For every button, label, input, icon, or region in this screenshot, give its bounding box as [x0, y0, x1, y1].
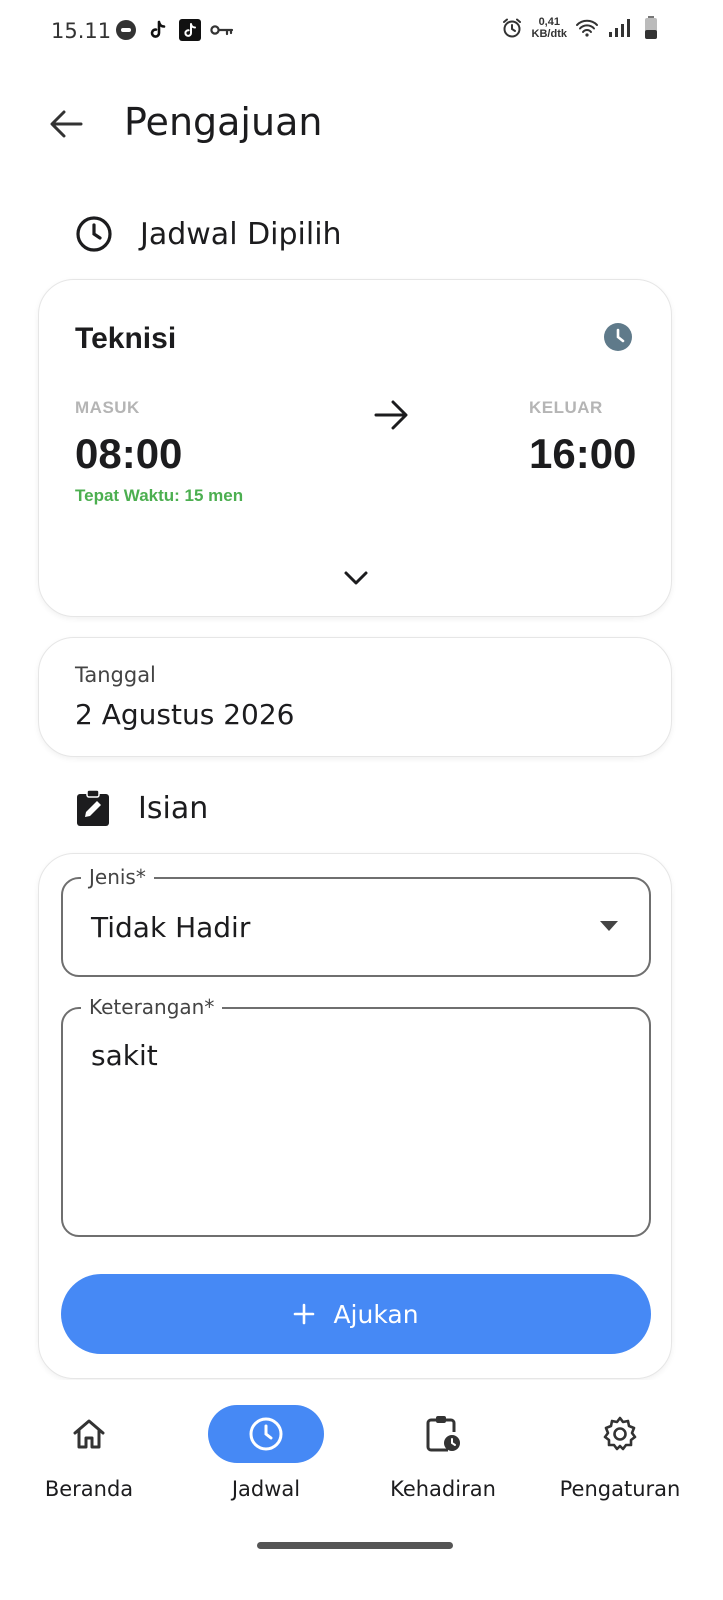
clock-icon	[249, 1417, 283, 1451]
nav-label: Beranda	[44, 1477, 134, 1501]
shift-clock-icon	[603, 322, 633, 357]
form-section-title: Isian	[138, 790, 209, 826]
chevron-down-icon[interactable]	[341, 568, 371, 593]
arrow-right-icon	[373, 398, 409, 437]
back-button[interactable]	[44, 102, 88, 146]
check-in-time: 08:00	[75, 430, 183, 477]
status-bar: 15.11 0,41 KB/dtk	[0, 0, 723, 62]
key-icon	[210, 18, 234, 42]
wifi-icon	[575, 16, 599, 40]
form-section-heading: Isian	[74, 788, 208, 828]
date-card[interactable]: Tanggal 2 Agustus 2026	[38, 637, 672, 757]
app-bar: Pengajuan	[0, 86, 723, 160]
nav-item-jadwal[interactable]: Jadwal	[191, 1405, 341, 1501]
speed-value: 0,41	[538, 16, 560, 28]
schedule-card[interactable]: Teknisi MASUK 08:00 Tepat Waktu: 15 men …	[38, 279, 672, 617]
status-time: 15.11	[51, 19, 112, 43]
plus-icon	[294, 1303, 315, 1325]
ontime-tolerance: Tepat Waktu: 15 men	[75, 486, 244, 505]
type-value: Tidak Hadir	[91, 911, 251, 944]
type-select[interactable]: Jenis* Tidak Hadir	[61, 865, 651, 977]
dropdown-arrow-icon	[599, 919, 619, 937]
edit-clipboard-icon	[77, 789, 109, 826]
shift-name: Teknisi	[75, 322, 177, 355]
home-icon	[73, 1419, 105, 1449]
nav-pill	[385, 1405, 501, 1463]
home-indicator[interactable]	[257, 1542, 453, 1549]
tiktok-boxed-icon	[178, 18, 202, 42]
nav-pill	[562, 1405, 678, 1463]
check-out-label: KELUAR	[529, 398, 603, 417]
submit-button[interactable]: Ajukan	[61, 1274, 651, 1354]
nav-pill-active	[208, 1405, 324, 1463]
schedule-section-title: Jadwal Dipilih	[140, 216, 342, 252]
nav-item-pengaturan[interactable]: Pengaturan	[545, 1405, 695, 1501]
clipboard-clock-icon	[426, 1416, 460, 1452]
note-textarea[interactable]: Keterangan* sakit	[61, 995, 651, 1237]
tiktok-icon	[146, 18, 170, 42]
network-speed: 0,41 KB/dtk	[532, 16, 567, 40]
nav-label: Pengaturan	[559, 1477, 681, 1501]
nav-label: Kehadiran	[390, 1477, 496, 1501]
clock-icon	[76, 216, 112, 252]
schedule-section-heading: Jadwal Dipilih	[74, 214, 342, 254]
signal-icon	[607, 16, 631, 40]
page: 15.11 0,41 KB/dtk Pengajuan Jadwal Dipil…	[0, 0, 723, 1600]
notification-icons	[114, 18, 234, 42]
submit-label: Ajukan	[333, 1299, 419, 1329]
nav-label: Jadwal	[231, 1477, 301, 1501]
bottom-navigation: Beranda Jadwal Kehadiran Pengaturan	[0, 1380, 723, 1600]
system-icons: 0,41 KB/dtk	[500, 16, 663, 40]
nav-pill	[31, 1405, 147, 1463]
nav-item-beranda[interactable]: Beranda	[14, 1405, 164, 1501]
check-out-time: 16:00	[529, 430, 637, 477]
date-value: 2 Agustus 2026	[75, 698, 295, 731]
type-label: Jenis*	[81, 865, 154, 889]
chat-bubble-icon	[114, 18, 138, 42]
check-in-label: MASUK	[75, 398, 140, 417]
form-card: Jenis* Tidak Hadir Keterangan* sakit Aju…	[38, 853, 672, 1379]
gear-icon	[603, 1416, 637, 1451]
speed-unit: KB/dtk	[531, 28, 567, 40]
date-label: Tanggal	[75, 663, 156, 687]
note-value: sakit	[91, 1039, 158, 1072]
alarm-icon	[500, 16, 524, 40]
page-title: Pengajuan	[124, 100, 323, 144]
arrow-left-icon	[50, 110, 83, 138]
nav-item-kehadiran[interactable]: Kehadiran	[368, 1405, 518, 1501]
note-label: Keterangan*	[81, 995, 223, 1019]
battery-icon	[639, 16, 663, 40]
